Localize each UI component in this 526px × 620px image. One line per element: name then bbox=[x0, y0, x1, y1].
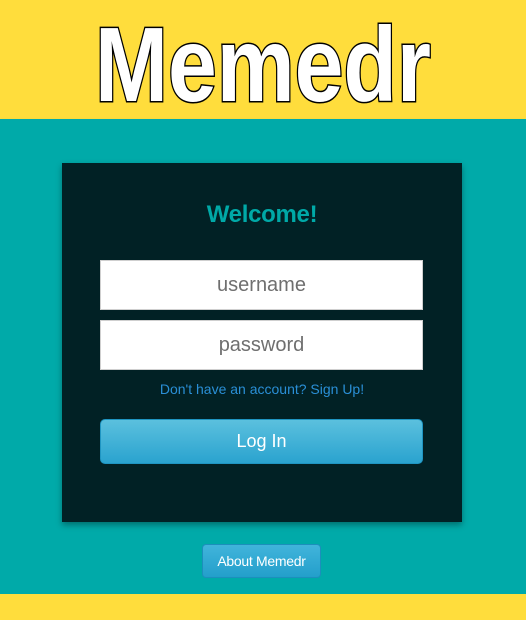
login-button[interactable]: Log In bbox=[100, 419, 423, 464]
header-banner: Memedr bbox=[0, 0, 526, 119]
signup-link[interactable]: Don't have an account? Sign Up! bbox=[62, 380, 462, 398]
memedr-logo: Memedr bbox=[94, 5, 433, 120]
about-button[interactable]: About Memedr bbox=[202, 544, 321, 578]
welcome-title: Welcome! bbox=[206, 201, 318, 228]
footer-band bbox=[0, 594, 526, 620]
login-card: Welcome! Don't have an account? Sign Up!… bbox=[62, 163, 462, 522]
password-input[interactable] bbox=[100, 320, 423, 370]
username-input[interactable] bbox=[100, 260, 423, 310]
logo-text: Memedr bbox=[95, 6, 431, 119]
main-area: Welcome! Don't have an account? Sign Up!… bbox=[0, 119, 526, 594]
